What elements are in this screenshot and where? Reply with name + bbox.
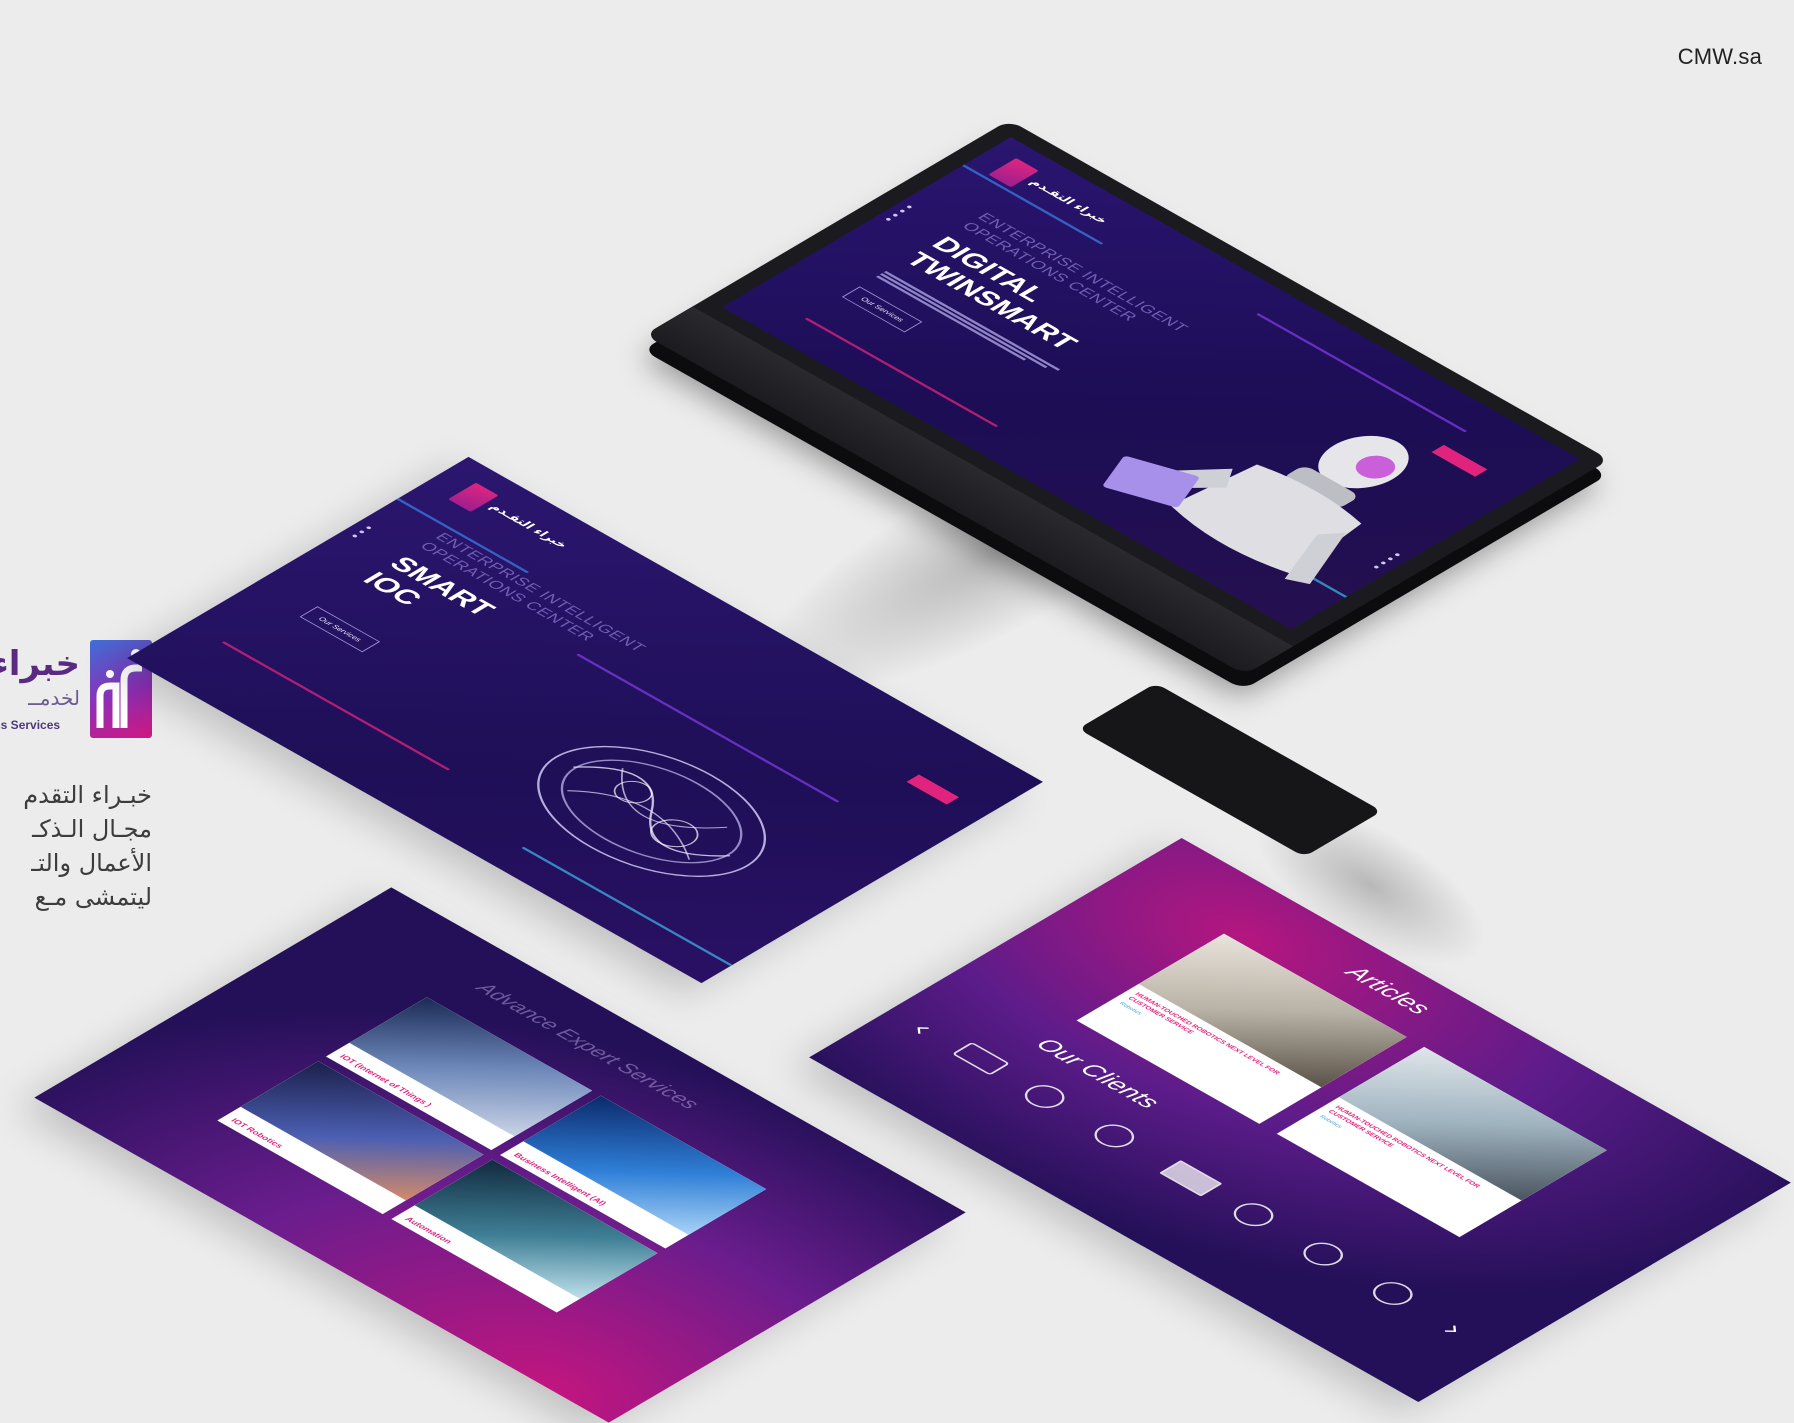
- screen-nav: [1272, 315, 1335, 350]
- site-link[interactable]: CMW.sa: [1678, 44, 1762, 70]
- clients-sheet: Articles HUMAN-TOUCHED ROBOTICS NEXT LEV…: [809, 837, 1791, 1403]
- article-card-image: [1338, 1046, 1607, 1201]
- client-logo: [951, 1041, 1011, 1076]
- client-logo: [1086, 1119, 1143, 1153]
- screen-logo-arabic: خبراء التقـدم: [1026, 177, 1111, 226]
- brand-english-tagline: ness Services: [0, 718, 61, 732]
- article-card-image: [1138, 933, 1407, 1088]
- client-logo: [1225, 1198, 1282, 1231]
- intro-text: خبـراء التقدم مجـال الـذكـ الأعمال والتـ…: [0, 778, 152, 914]
- sheet-logo-arabic: خبراء التقـدم: [485, 502, 571, 551]
- intro-line: الأعمال والتـ: [31, 849, 152, 877]
- screen-slider-dots[interactable]: [885, 205, 913, 222]
- intro-line: خبـراء التقدم: [23, 781, 152, 809]
- monitor-stand: [1078, 683, 1382, 857]
- client-logo: [1295, 1237, 1352, 1271]
- chevron-left-icon[interactable]: [908, 1022, 934, 1037]
- services-sheet: Advance Expert Services IOT (Internet of…: [34, 887, 966, 1423]
- client-logo: [1364, 1277, 1421, 1310]
- sheet-cta-button[interactable]: [906, 774, 960, 805]
- brand-arabic-subtitle: لخدمــ: [28, 686, 80, 710]
- client-logo: [1016, 1080, 1073, 1113]
- intro-line: ليتمشى مـع: [34, 883, 152, 911]
- intro-line: مجـال الـذكـ: [32, 815, 152, 843]
- sheet-slider-dots[interactable]: [351, 525, 373, 538]
- sheet-our-services-button[interactable]: Our Services: [299, 606, 381, 653]
- brand-arabic-title: خبراء: [0, 644, 80, 684]
- client-logo: [1159, 1160, 1223, 1197]
- decor-stripe: [221, 641, 451, 771]
- brain-illustration: [537, 745, 767, 877]
- monitor-frame: خبراء التقـدم ENTERPRISE INTELLIGENT OPE…: [644, 120, 1610, 675]
- chevron-right-icon[interactable]: [1439, 1322, 1465, 1337]
